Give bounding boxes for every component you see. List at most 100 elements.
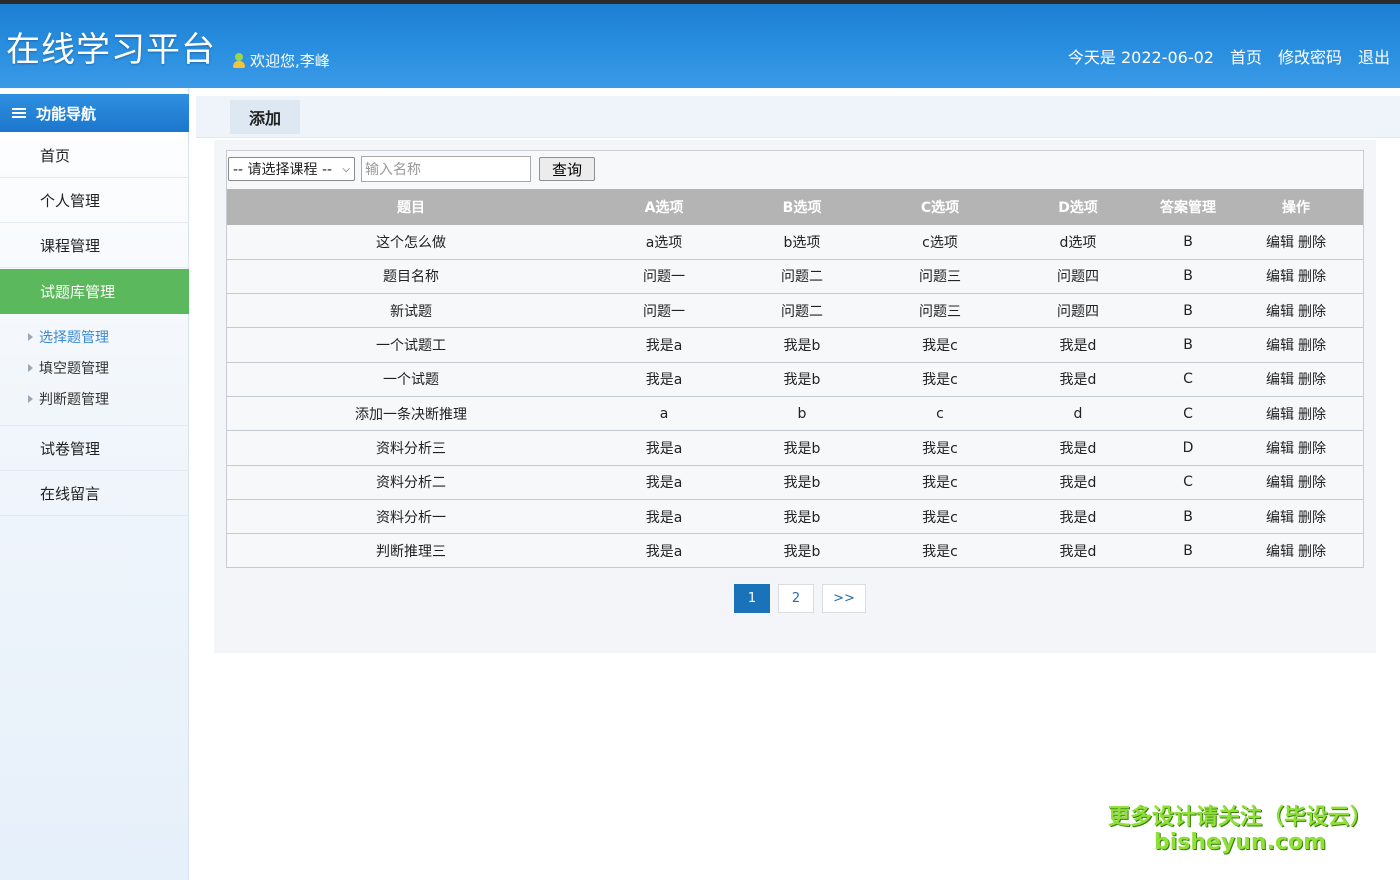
table-header-row: 题目 A选项 B选项 C选项 D选项 答案管理 操作 <box>227 189 1363 225</box>
cell-title: 这个怎么做 <box>227 225 595 260</box>
delete-button[interactable]: 删除 <box>1298 269 1326 285</box>
current-date: 今天是 2022-06-02 <box>1067 48 1214 67</box>
delete-button[interactable]: 删除 <box>1298 407 1326 423</box>
delete-button[interactable]: 删除 <box>1298 544 1326 560</box>
question-table: 题目 A选项 B选项 C选项 D选项 答案管理 操作 这个怎么做 a选项 b选项 c选… <box>227 189 1363 569</box>
watermark-line1: 更多设计请关注（毕设云） <box>1107 805 1372 830</box>
delete-button[interactable]: 删除 <box>1298 235 1326 251</box>
sidebar-item-messages[interactable]: 在线留言 <box>0 471 189 516</box>
course-select[interactable]: -- 请选择课程 -- ⌵ <box>228 157 355 181</box>
cell-d: d <box>1009 396 1147 432</box>
sidebar-item-question-bank[interactable]: 试题库管理 <box>0 269 189 314</box>
change-password-link[interactable]: 修改密码 <box>1278 44 1342 68</box>
edit-button[interactable]: 编辑 <box>1266 544 1294 560</box>
table-row: 判断推理三 我是a 我是b 我是c 我是d B 编辑 删除 <box>227 533 1363 569</box>
header-nav: 今天是 2022-06-02 首页 修改密码 退出 <box>1068 44 1390 68</box>
cell-answer: C <box>1147 396 1229 432</box>
edit-button[interactable]: 编辑 <box>1266 304 1294 320</box>
logout-link[interactable]: 退出 <box>1358 44 1390 68</box>
cell-actions: 编辑 删除 <box>1229 533 1363 569</box>
search-input[interactable] <box>361 156 531 182</box>
cell-b: 我是b <box>733 499 871 535</box>
sidebar-item-personal[interactable]: 个人管理 <box>0 178 189 223</box>
cell-actions: 编辑 删除 <box>1229 293 1363 329</box>
table-row: 一个试题工 我是a 我是b 我是c 我是d B 编辑 删除 <box>227 327 1363 363</box>
edit-button[interactable]: 编辑 <box>1266 407 1294 423</box>
table-row: 这个怎么做 a选项 b选项 c选项 d选项 B 编辑 删除 <box>227 225 1363 260</box>
cell-b: 问题二 <box>733 259 871 295</box>
sidebar-item-exams[interactable]: 试卷管理 <box>0 426 189 471</box>
cell-b: 问题二 <box>733 293 871 329</box>
cell-actions: 编辑 删除 <box>1229 259 1363 295</box>
cell-b: b <box>733 396 871 432</box>
cell-d: 我是d <box>1009 533 1147 569</box>
cell-d: 我是d <box>1009 327 1147 363</box>
edit-button[interactable]: 编辑 <box>1266 510 1294 526</box>
table-row: 资料分析三 我是a 我是b 我是c 我是d D 编辑 删除 <box>227 430 1363 466</box>
delete-button[interactable]: 删除 <box>1298 338 1326 354</box>
cell-a: 我是a <box>595 499 733 535</box>
cell-title: 资料分析二 <box>227 465 595 500</box>
cell-answer: B <box>1147 225 1229 260</box>
delete-button[interactable]: 删除 <box>1298 510 1326 526</box>
cell-title: 一个试题 <box>227 362 595 397</box>
cell-d: d选项 <box>1009 225 1147 260</box>
cell-d: 我是d <box>1009 499 1147 535</box>
cell-b: 我是b <box>733 362 871 397</box>
filter-toolbar: -- 请选择课程 -- ⌵ 查询 <box>228 156 595 182</box>
edit-button[interactable]: 编辑 <box>1266 441 1294 457</box>
cell-answer: B <box>1147 293 1229 329</box>
cell-b: 我是b <box>733 327 871 363</box>
sidebar-item-courses[interactable]: 课程管理 <box>0 223 189 268</box>
column-header: C选项 <box>871 189 1009 225</box>
cell-a: 我是a <box>595 327 733 363</box>
page-button-1[interactable]: 1 <box>734 584 770 613</box>
cell-answer: B <box>1147 499 1229 535</box>
sidebar-subitem-fill[interactable]: 填空题管理 <box>28 358 109 378</box>
sidebar-subitem-label: 填空题管理 <box>39 361 109 377</box>
sidebar-subitem-choice[interactable]: 选择题管理 <box>28 327 109 347</box>
cell-a: 问题一 <box>595 259 733 295</box>
cell-title: 一个试题工 <box>227 327 595 363</box>
pagination: 1 2 >> <box>734 584 866 613</box>
delete-button[interactable]: 删除 <box>1298 475 1326 491</box>
query-button[interactable]: 查询 <box>539 157 595 181</box>
edit-button[interactable]: 编辑 <box>1266 475 1294 491</box>
cell-b: 我是b <box>733 465 871 500</box>
cell-title: 资料分析三 <box>227 430 595 466</box>
triangle-right-icon <box>28 333 33 341</box>
tab-add[interactable]: 添加 <box>230 100 300 134</box>
cell-actions: 编辑 删除 <box>1229 499 1363 535</box>
triangle-right-icon <box>28 364 33 372</box>
cell-answer: B <box>1147 259 1229 295</box>
sidebar-title-text: 功能导航 <box>36 104 97 123</box>
delete-button[interactable]: 删除 <box>1298 441 1326 457</box>
cell-actions: 编辑 删除 <box>1229 465 1363 500</box>
welcome-message: 欢迎您,李峰 <box>232 50 330 71</box>
table-row: 一个试题 我是a 我是b 我是c 我是d C 编辑 删除 <box>227 362 1363 397</box>
edit-button[interactable]: 编辑 <box>1266 235 1294 251</box>
edit-button[interactable]: 编辑 <box>1266 338 1294 354</box>
next-page-button[interactable]: >> <box>822 584 866 613</box>
edit-button[interactable]: 编辑 <box>1266 269 1294 285</box>
sidebar-item-home[interactable]: 首页 <box>0 133 189 178</box>
cell-actions: 编辑 删除 <box>1229 396 1363 432</box>
cell-d: 我是d <box>1009 430 1147 466</box>
cell-a: 我是a <box>595 430 733 466</box>
sidebar-subitem-judge[interactable]: 判断题管理 <box>28 389 109 409</box>
cell-a: 我是a <box>595 362 733 397</box>
table-row: 题目名称 问题一 问题二 问题三 问题四 B 编辑 删除 <box>227 259 1363 295</box>
cell-a: a选项 <box>595 225 733 260</box>
delete-button[interactable]: 删除 <box>1298 304 1326 320</box>
sidebar-title: 功能导航 <box>0 94 189 132</box>
delete-button[interactable]: 删除 <box>1298 372 1326 388</box>
cell-actions: 编辑 删除 <box>1229 430 1363 466</box>
page-button-2[interactable]: 2 <box>778 584 814 613</box>
column-header: A选项 <box>595 189 733 225</box>
edit-button[interactable]: 编辑 <box>1266 372 1294 388</box>
table-row: 添加一条决断推理 a b c d C 编辑 删除 <box>227 396 1363 432</box>
cell-a: 问题一 <box>595 293 733 329</box>
sidebar-subitem-label: 判断题管理 <box>39 392 109 408</box>
sidebar: 功能导航 首页 个人管理 课程管理 试题库管理 选择题管理 填空题管理 判断题管… <box>0 88 189 880</box>
home-link[interactable]: 首页 <box>1230 44 1262 68</box>
